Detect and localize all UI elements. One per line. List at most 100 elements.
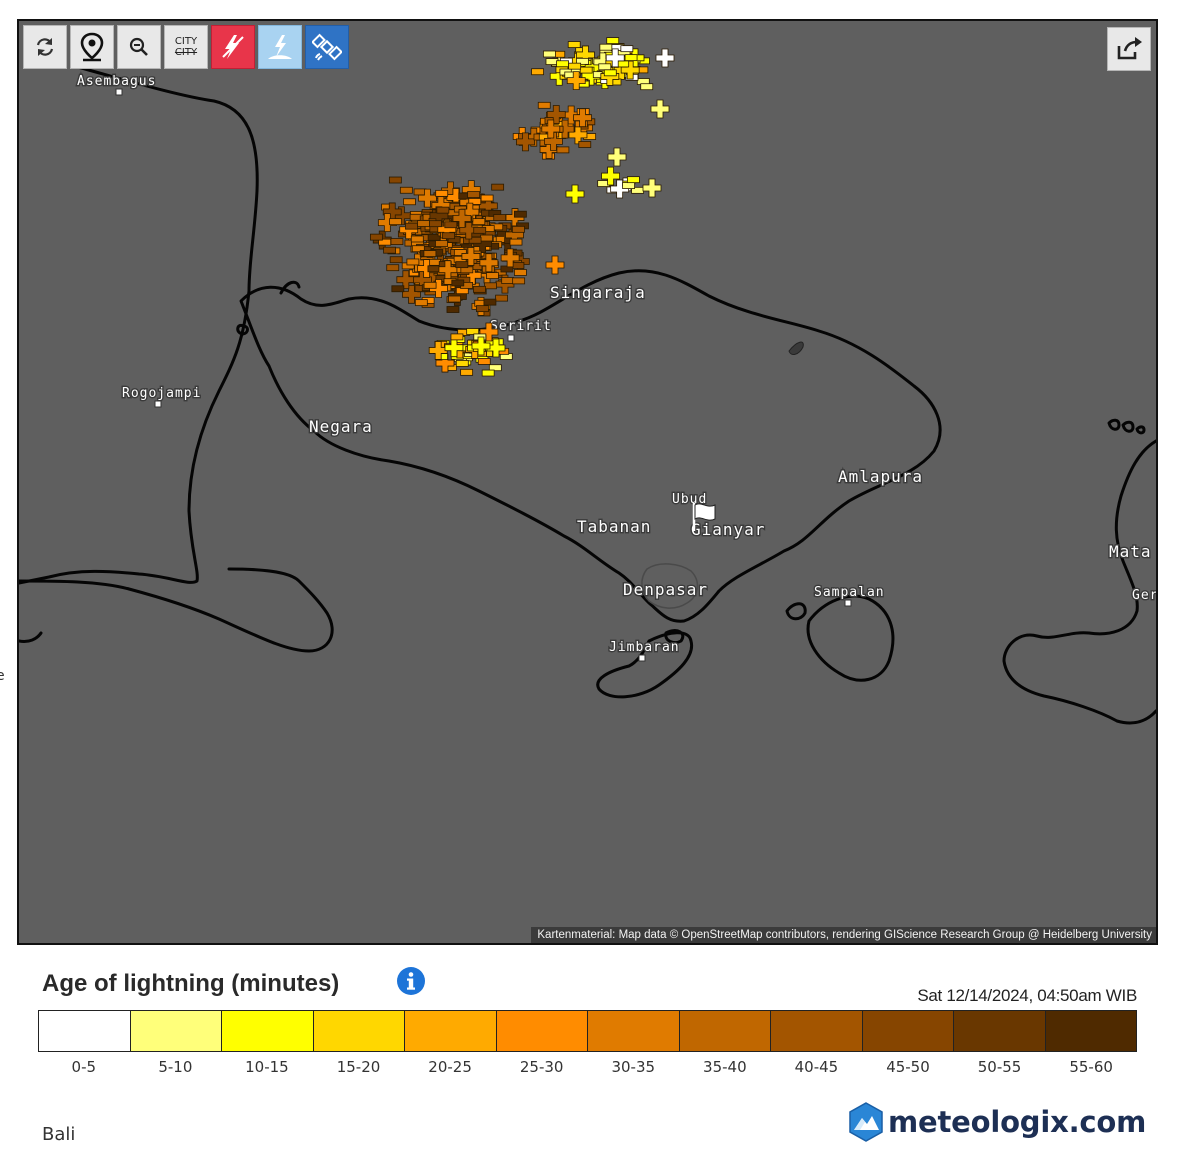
strike-negative <box>578 141 592 148</box>
legend-label-20-25: 20-25 <box>428 1058 472 1076</box>
legend-label-30-35: 30-35 <box>611 1058 656 1076</box>
place-dot-rogojampi <box>154 400 162 408</box>
strike-negative <box>624 54 638 62</box>
strike-negative <box>513 210 527 218</box>
strike-negative <box>436 206 450 214</box>
satellite-icon <box>312 33 342 61</box>
map-canvas[interactable]: Asembagus Singaraja Seririt Rogojampi Ne… <box>19 21 1156 943</box>
strike-negative <box>477 358 491 365</box>
strike-positive <box>545 255 565 275</box>
legend-label-50-55: 50-55 <box>977 1058 1022 1076</box>
coast-bali <box>239 269 942 623</box>
map-attribution[interactable]: Kartenmaterial: Map data © OpenStreetMap… <box>531 927 1156 943</box>
zoom-out-button[interactable] <box>117 25 161 69</box>
lightning-ground-layer-button[interactable] <box>258 25 302 69</box>
strike-negative <box>501 277 515 284</box>
location-name: Bali <box>42 1124 76 1145</box>
toggle-city-labels-button[interactable]: CITY CITY <box>164 25 208 69</box>
strike-negative <box>442 232 455 240</box>
legend-swatch-45-50 <box>862 1011 954 1051</box>
strike-negative <box>598 63 612 71</box>
legend-label-40-45: 40-45 <box>794 1058 839 1076</box>
place-dot-asembagus <box>115 88 123 96</box>
strike-negative <box>484 282 497 290</box>
strike-negative <box>626 176 640 184</box>
strike-negative <box>481 369 495 377</box>
place-tabanan: Tabanan <box>577 517 651 536</box>
strike-negative <box>606 37 620 45</box>
strike-positive <box>565 184 585 204</box>
coast-lombok <box>1002 439 1156 725</box>
share-icon <box>1117 37 1142 60</box>
data-timestamp: Sat 12/14/2024, 04:50am WIB <box>917 986 1137 1005</box>
strike-negative <box>556 146 570 154</box>
meteologix-logo-icon <box>849 1102 883 1142</box>
legend-swatch-55-60 <box>1045 1011 1136 1051</box>
place-dot-jimbaran <box>638 654 646 662</box>
lightning-icon <box>222 35 244 59</box>
strike-negative <box>511 262 525 269</box>
strike-negative <box>603 69 617 77</box>
legend-scale-labels: 0-5 5-10 10-15 15-20 20-25 25-30 30-35 35-40 40-… <box>38 1058 1137 1076</box>
legend-label-25-30: 25-30 <box>519 1058 564 1076</box>
strike-negative <box>460 368 474 376</box>
place-amlapura: Amlapura <box>838 467 923 486</box>
strike-positive <box>655 48 675 68</box>
strike-positive <box>607 147 627 167</box>
coast-nusa-lembongan <box>785 602 807 621</box>
lightning-strike-icon <box>268 35 292 59</box>
legend-swatch-15-20 <box>313 1011 405 1051</box>
place-ger: Ger <box>1132 588 1156 603</box>
strike-negative <box>451 279 465 287</box>
refresh-button[interactable] <box>23 25 67 69</box>
coast-lombok-islets <box>1107 418 1146 435</box>
share-button[interactable] <box>1107 27 1151 71</box>
lake-batur <box>788 341 804 355</box>
my-location-button[interactable] <box>70 25 114 69</box>
strike-negative <box>435 189 449 197</box>
legend-label-55-60: 55-60 <box>1069 1058 1113 1076</box>
strike-negative <box>383 246 396 254</box>
strike-negative <box>444 221 458 229</box>
coast-java-east <box>19 64 259 585</box>
strike-negative <box>369 233 383 241</box>
place-negara: Negara <box>309 417 373 436</box>
strike-negative <box>537 101 551 109</box>
strike-negative <box>476 305 489 313</box>
satellite-layer-button[interactable] <box>305 25 349 69</box>
map-toolbar: CITY CITY <box>23 25 349 69</box>
place-gianyar: Gianyar <box>691 520 765 539</box>
lightning-map[interactable]: Asembagus Singaraja Seririt Rogojampi Ne… <box>17 19 1158 945</box>
legend-label-35-40: 35-40 <box>703 1058 747 1076</box>
place-seririt: Seririt <box>490 319 552 334</box>
strike-negative <box>579 66 593 74</box>
lightning-layer-button[interactable] <box>211 25 255 69</box>
strike-negative <box>399 186 413 194</box>
side-text: e <box>0 668 5 684</box>
strike-negative <box>512 225 525 233</box>
zoom-out-icon <box>129 37 148 56</box>
strike-negative <box>406 258 420 266</box>
strike-negative <box>423 281 437 289</box>
strike-negative <box>450 333 464 341</box>
strike-negative <box>567 41 581 48</box>
strike-positive <box>650 99 670 119</box>
strike-negative <box>435 240 448 247</box>
strike-negative <box>483 298 497 306</box>
strike-negative <box>509 238 523 246</box>
info-icon[interactable] <box>396 966 426 996</box>
strike-negative <box>448 295 461 303</box>
strike-negative <box>531 68 544 76</box>
strike-negative <box>386 264 400 272</box>
legend-label-45-50: 45-50 <box>886 1058 930 1076</box>
refresh-icon <box>36 38 54 56</box>
strike-negative <box>455 261 469 269</box>
strike-negative <box>480 194 494 202</box>
legend-color-scale <box>38 1010 1137 1052</box>
meteologix-brand[interactable]: meteologix.com <box>848 1100 1146 1144</box>
strike-negative <box>405 222 418 230</box>
strike-negative <box>473 285 486 293</box>
location-pin-icon <box>80 32 104 62</box>
strike-negative <box>473 226 487 234</box>
strike-negative <box>428 258 441 266</box>
